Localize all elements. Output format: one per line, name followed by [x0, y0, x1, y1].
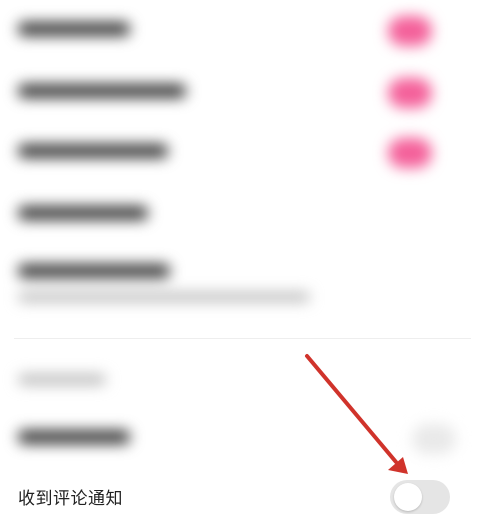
blurred-toggle-3	[388, 138, 432, 168]
blurred-row-label-4	[18, 206, 148, 220]
blurred-toggle-1	[388, 16, 432, 46]
blurred-row-label-1	[18, 22, 130, 36]
blurred-row-label-3	[18, 144, 168, 158]
blurred-row-subtext-5	[18, 292, 310, 302]
blurred-section-header	[18, 374, 106, 385]
blurred-toggle-2	[388, 78, 432, 108]
comment-notification-toggle[interactable]	[390, 480, 450, 514]
blurred-row-label-2	[18, 84, 186, 98]
divider	[14, 338, 471, 339]
arrow-shaft	[305, 354, 398, 464]
blurred-toggle-6	[412, 424, 456, 454]
toggle-knob	[394, 483, 422, 511]
arrow-head	[388, 457, 408, 474]
settings-panel: 收到评论通知	[0, 0, 485, 529]
blurred-row-label-6	[18, 430, 130, 444]
comment-notification-label: 收到评论通知	[18, 489, 123, 509]
blurred-row-label-5	[18, 264, 170, 278]
